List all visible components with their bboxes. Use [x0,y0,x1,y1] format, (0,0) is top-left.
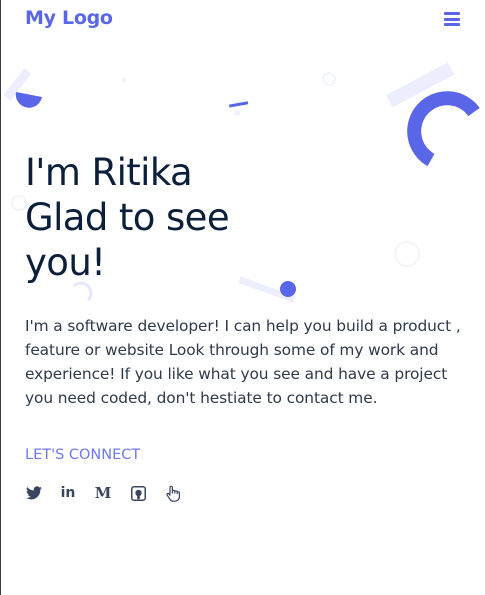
github-icon[interactable] [129,484,147,502]
intro-paragraph: I'm a software developer! I can help you… [25,317,461,407]
headline-line-1: I'm Ritika [25,151,193,194]
medium-icon[interactable]: M [94,484,112,502]
decor-arc [407,91,480,167]
linkedin-glyph: in [60,485,76,501]
headline-line-2: Glad to see [25,196,230,239]
medium-glyph: M [94,484,112,502]
frame-border [0,0,1,595]
headline-line-3: you! [25,241,106,284]
decor-outline-circle-right [394,241,420,267]
decor-pale-bar-middle [238,276,296,303]
twitter-icon[interactable] [25,484,43,502]
decor-pale-bar [385,62,455,108]
decor-small-dot [234,110,240,116]
logo[interactable]: My Logo [25,7,113,29]
hand-pointer-icon[interactable] [164,484,182,502]
background-decorations [3,62,480,303]
hamburger-menu-icon[interactable] [444,12,460,26]
hero-headline: I'm Ritika Glad to see you! [25,150,230,285]
decor-dash [228,101,249,108]
decor-half-circle [15,92,43,108]
decor-bar [3,68,32,101]
navbar: My Logo [0,0,485,40]
decor-dot [122,78,126,82]
decor-faint-arc [72,281,93,302]
lets-connect-link[interactable]: LET'S CONNECT [25,447,140,463]
decor-ring [322,72,336,86]
decor-blue-dot [280,281,296,297]
decor-outline-circle [11,195,27,211]
linkedin-icon[interactable]: in [59,484,77,502]
